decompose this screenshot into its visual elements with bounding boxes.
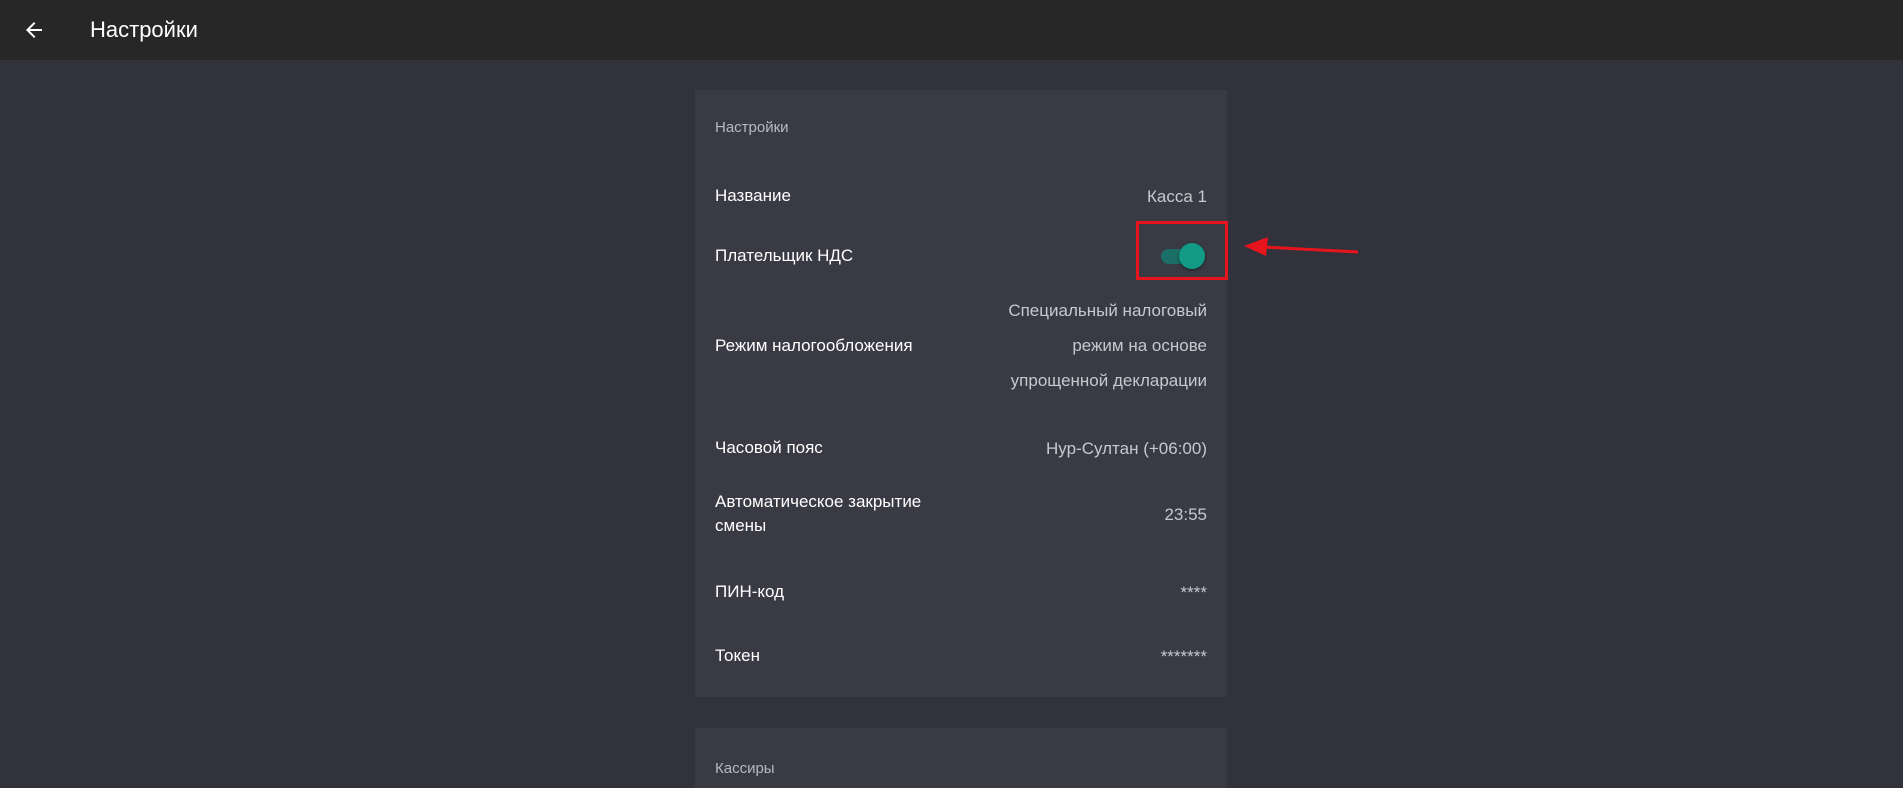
setting-value: Нур-Султан (+06:00) — [1046, 438, 1207, 458]
value-line: Специальный налоговый — [1008, 301, 1207, 320]
cashiers-card: Кассиры — [695, 728, 1227, 788]
setting-value: Специальный налоговый режим на основе уп… — [1008, 293, 1207, 398]
top-app-bar: Настройки — [0, 0, 1903, 60]
setting-label: ПИН-код — [715, 582, 785, 601]
setting-label: Плательщик НДС — [715, 246, 854, 265]
settings-section-header: Настройки — [715, 119, 789, 136]
setting-label: Токен — [715, 646, 760, 665]
settings-card: Настройки Название Касса 1 Плательщик НД… — [695, 90, 1227, 697]
setting-label: Часовой пояс — [715, 438, 823, 457]
setting-row-tax-mode[interactable]: Режим налогообложения Специальный налого… — [715, 293, 1207, 398]
label-line: смены — [715, 516, 767, 535]
annotation-highlight-box — [1136, 221, 1228, 280]
setting-row-auto-close-shift[interactable]: Автоматическое закрытие смены 23:55 — [715, 488, 1207, 540]
annotation-arrow-icon — [1244, 237, 1359, 256]
value-line: упрощенной декларации — [1010, 371, 1207, 390]
setting-row-token[interactable]: Токен ******* — [715, 638, 1207, 674]
setting-row-vat-payer: Плательщик НДС — [715, 238, 1207, 274]
cashiers-section-header: Кассиры — [715, 760, 775, 777]
setting-value: 23:55 — [1164, 504, 1207, 524]
setting-label: Автоматическое закрытие смены — [715, 490, 921, 538]
setting-row-pin[interactable]: ПИН-код **** — [715, 574, 1207, 610]
setting-label: Название — [715, 186, 791, 205]
arrow-left-icon — [26, 22, 42, 38]
setting-value: **** — [1180, 582, 1207, 602]
label-line: Автоматическое закрытие — [715, 492, 922, 511]
setting-row-timezone[interactable]: Часовой пояс Нур-Султан (+06:00) — [715, 430, 1207, 466]
setting-label: Режим налогообложения — [715, 335, 913, 355]
value-line: режим на основе — [1072, 336, 1207, 355]
setting-row-name[interactable]: Название Касса 1 — [715, 178, 1207, 214]
page-title: Настройки — [90, 17, 198, 42]
back-button[interactable] — [19, 15, 49, 45]
setting-value: ******* — [1160, 646, 1207, 666]
setting-value: Касса 1 — [1147, 186, 1207, 206]
